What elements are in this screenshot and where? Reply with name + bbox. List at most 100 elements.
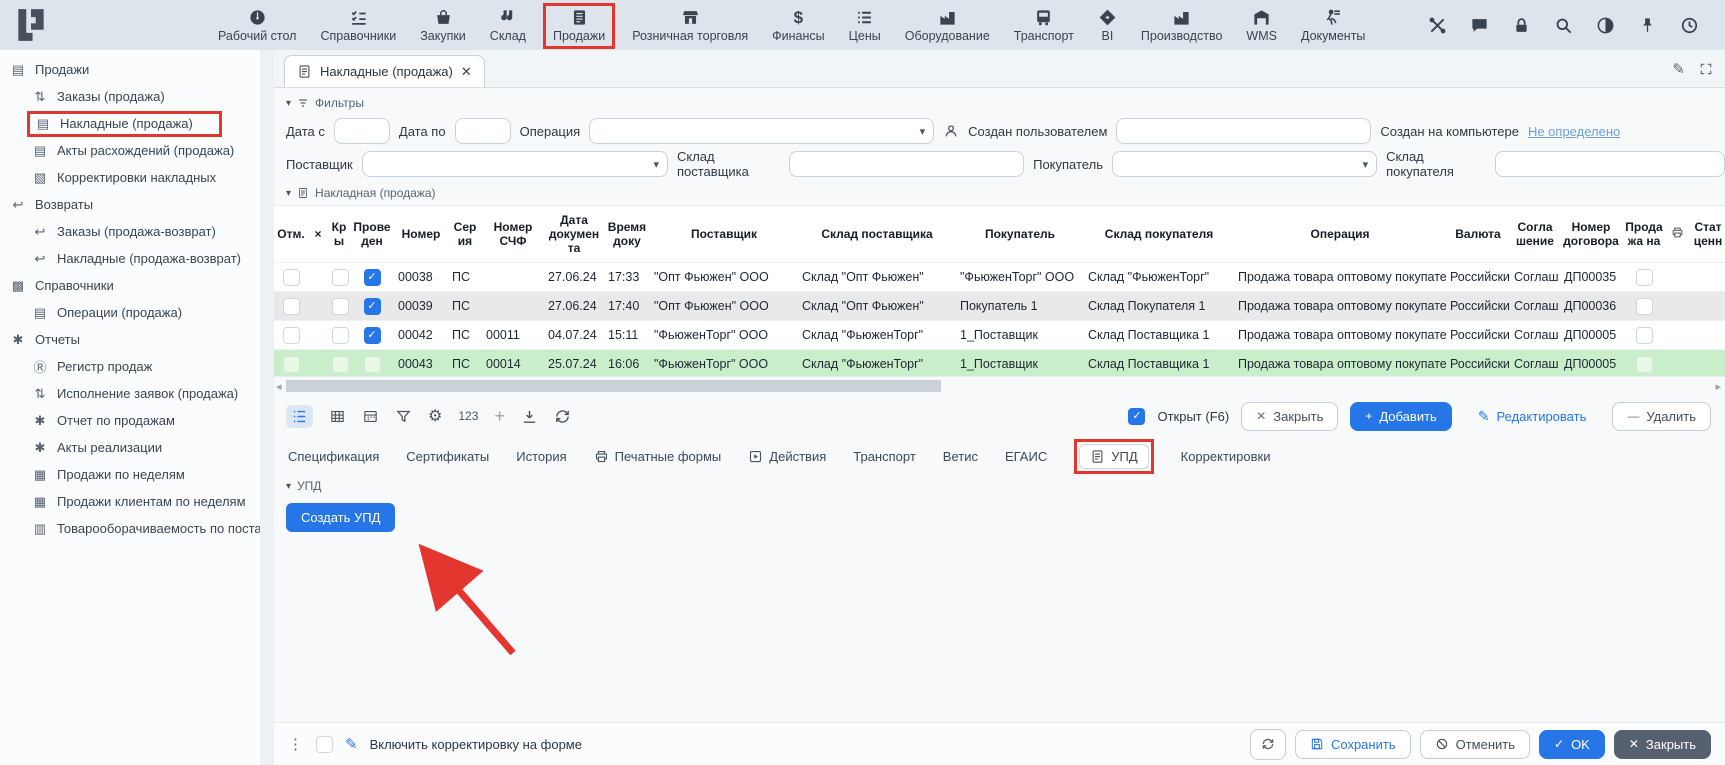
sidebar-splitter[interactable] [260, 50, 274, 765]
table-row[interactable]: 00042 ПС 00011 04.07.24 15:11 "ФьюженТор… [274, 321, 1725, 350]
col-operation[interactable]: Операция [1234, 206, 1446, 263]
row-posted-checkbox[interactable] [364, 327, 381, 344]
topbar-item-warehouse[interactable]: Склад [490, 8, 526, 43]
lock-icon[interactable] [1512, 16, 1531, 35]
col-currency[interactable]: Валюта [1446, 206, 1510, 263]
add-column-icon[interactable]: + [494, 406, 505, 427]
sidebar-item-turnover-by-supplier[interactable]: ▥Товарооборачиваемость по поставщик [0, 515, 260, 542]
sidebar-item-sales-report[interactable]: ✱Отчет по продажам [0, 407, 260, 434]
row-kry-checkbox[interactable] [332, 298, 349, 315]
view-list-button[interactable] [286, 405, 313, 428]
table-view-icon[interactable] [329, 408, 346, 425]
topbar-item-wms[interactable]: WMS [1246, 8, 1277, 43]
tab-invoices-sale[interactable]: Накладные (продажа) ✕ [284, 55, 485, 87]
upd-section-header[interactable]: ▾ УПД [274, 475, 1725, 497]
tab-specification[interactable]: Спецификация [288, 449, 379, 464]
topbar-item-references[interactable]: Справочники [320, 8, 396, 43]
col-agreement[interactable]: Соглашение [1510, 206, 1560, 263]
numbers-toggle[interactable]: 123 [458, 409, 478, 423]
row-kry-checkbox[interactable] [332, 269, 349, 286]
close-record-button[interactable]: ✕Закрыть [1241, 402, 1338, 431]
sidebar-item-sales[interactable]: ▤Продажи [0, 56, 260, 83]
tab-corrections[interactable]: Корректировки [1181, 449, 1271, 464]
filters-section-header[interactable]: ▾ Фильтры [274, 88, 1725, 115]
topbar-item-equipment[interactable]: Оборудование [905, 8, 990, 43]
sidebar-item-operations-sale[interactable]: ▤Операции (продажа) [0, 299, 260, 326]
grid-section-header[interactable]: ▾ Накладная (продажа) [274, 181, 1725, 205]
close-form-button[interactable]: ✕Закрыть [1614, 730, 1711, 759]
supplier-select[interactable] [362, 151, 668, 177]
col-mark[interactable]: Отм. [274, 206, 308, 263]
search-icon[interactable] [1554, 16, 1573, 35]
close-tab-icon[interactable]: ✕ [461, 64, 472, 80]
col-buyer-warehouse[interactable]: Склад покупателя [1084, 206, 1234, 263]
col-x[interactable]: × [308, 206, 328, 263]
download-icon[interactable] [521, 408, 538, 425]
scroll-right-arrow[interactable]: ▸ [1715, 380, 1721, 393]
tab-vetis[interactable]: Ветис [943, 449, 978, 464]
sync-button[interactable] [1250, 729, 1286, 760]
row-posted-checkbox[interactable] [364, 356, 381, 373]
sidebar-item-sales-by-weeks[interactable]: ▦Продажи по неделям [0, 461, 260, 488]
col-number[interactable]: Номер [394, 206, 448, 263]
topbar-item-transport[interactable]: Транспорт [1014, 8, 1074, 43]
sidebar-item-client-sales-by-weeks[interactable]: ▦Продажи клиентам по неделям [0, 488, 260, 515]
ok-button[interactable]: ✓OK [1539, 730, 1605, 759]
more-menu-icon[interactable]: ⋮ [288, 735, 304, 753]
tab-history[interactable]: История [516, 449, 566, 464]
tab-certificates[interactable]: Сертификаты [406, 449, 489, 464]
sidebar-item-invoices-return[interactable]: ↩Накладные (продажа-возврат) [0, 245, 260, 272]
col-supplier-warehouse[interactable]: Склад поставщика [798, 206, 956, 263]
topbar-item-prices[interactable]: Цены [849, 8, 881, 43]
row-sale-on-checkbox[interactable] [1636, 356, 1653, 373]
sidebar-item-returns[interactable]: ↩Возвраты [0, 191, 260, 218]
add-button[interactable]: +Добавить [1350, 402, 1451, 431]
date-to-input[interactable] [455, 118, 511, 144]
sidebar-item-references[interactable]: ▩Справочники [0, 272, 260, 299]
topbar-item-production[interactable]: Производство [1141, 8, 1223, 43]
row-kry-checkbox[interactable] [332, 327, 349, 344]
table-row[interactable]: 00038 ПС 27.06.24 17:33 "Опт Фьюжен" ООО… [274, 263, 1725, 292]
col-sale-on[interactable]: Продажа на [1622, 206, 1666, 263]
sidebar-item-order-fulfillment[interactable]: ⇅Исполнение заявок (продажа) [0, 380, 260, 407]
tools-icon[interactable] [1428, 16, 1447, 35]
correction-checkbox[interactable] [316, 736, 333, 753]
row-mark-checkbox[interactable] [283, 269, 300, 286]
row-posted-checkbox[interactable] [364, 298, 381, 315]
summary-view-icon[interactable] [362, 408, 379, 425]
supplier-warehouse-input[interactable] [789, 151, 1024, 177]
sidebar-item-invoices-sale[interactable]: ▤Накладные (продажа) [0, 110, 260, 137]
settings-gear-icon[interactable]: ⚙ [428, 406, 442, 426]
topbar-item-retail[interactable]: Розничная торговля [632, 8, 748, 43]
edit-button[interactable]: ✎Редактировать [1464, 402, 1601, 431]
col-buyer[interactable]: Покупатель [956, 206, 1084, 263]
buyer-warehouse-input[interactable] [1495, 151, 1725, 177]
row-kry-checkbox[interactable] [332, 356, 349, 373]
tab-egais[interactable]: ЕГАИС [1005, 449, 1047, 464]
scroll-left-arrow[interactable]: ◂ [276, 380, 282, 393]
tab-print-forms[interactable]: Печатные формы [594, 449, 722, 464]
delete-button[interactable]: —Удалить [1612, 402, 1711, 431]
pin-icon[interactable] [1638, 16, 1657, 35]
topbar-item-sales[interactable]: Продажи [543, 3, 615, 49]
create-upd-button[interactable]: Создать УПД [286, 503, 395, 532]
row-mark-checkbox[interactable] [283, 298, 300, 315]
filter-funnel-icon[interactable] [395, 408, 412, 425]
table-row[interactable]: 00039 ПС 27.06.24 17:40 "Опт Фьюжен" ООО… [274, 292, 1725, 321]
row-sale-on-checkbox[interactable] [1636, 327, 1653, 344]
created-on-link[interactable]: Не определено [1528, 124, 1620, 139]
edit-pencil-icon[interactable]: ✎ [1672, 60, 1685, 78]
buyer-select[interactable] [1112, 151, 1377, 177]
col-posted[interactable]: Проведен [350, 206, 394, 263]
col-price-status[interactable]: Стат ценн [1688, 206, 1725, 263]
chat-icon[interactable] [1470, 16, 1489, 35]
sidebar-item-invoice-corrections[interactable]: ▧Корректировки накладных [0, 164, 260, 191]
date-from-input[interactable] [334, 118, 390, 144]
row-mark-checkbox[interactable] [283, 356, 300, 373]
topbar-item-documents[interactable]: Документы [1301, 8, 1365, 43]
col-doc-date[interactable]: Дата документа [544, 206, 604, 263]
col-supplier[interactable]: Поставщик [650, 206, 798, 263]
save-button[interactable]: Сохранить [1295, 730, 1411, 759]
row-sale-on-checkbox[interactable] [1636, 269, 1653, 286]
fullscreen-icon[interactable] [1699, 62, 1713, 76]
